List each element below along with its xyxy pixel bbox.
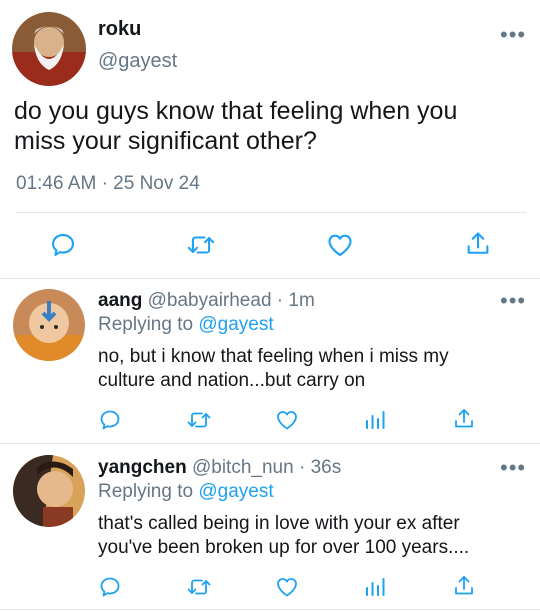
roku-avatar[interactable]	[12, 12, 86, 86]
reply-separator: ·	[276, 290, 284, 311]
tweet-timestamp[interactable]: 01:46 AM · 25 Nov 24	[16, 173, 200, 195]
reply-text-line1: no, but i know that feeling when i miss …	[98, 346, 449, 367]
more-icon[interactable]: •••	[500, 457, 526, 479]
tweet-handle[interactable]: @gayest	[98, 50, 177, 73]
like-icon[interactable]	[275, 408, 299, 432]
more-icon[interactable]: •••	[500, 24, 526, 46]
reply-icon[interactable]	[98, 575, 122, 599]
reply-display-name[interactable]: aang	[98, 290, 142, 311]
tweet-divider	[16, 212, 526, 213]
share-icon[interactable]	[452, 574, 476, 598]
aang-avatar[interactable]	[13, 289, 85, 361]
retweet-icon[interactable]	[186, 575, 212, 599]
share-icon[interactable]	[464, 230, 492, 258]
reply-age: 36s	[310, 457, 342, 478]
reply-age: 1m	[288, 290, 315, 311]
replying-to-handle[interactable]: @gayest	[198, 314, 273, 335]
section-divider	[0, 609, 540, 610]
section-divider	[0, 278, 540, 279]
tweet-text-line2: miss your significant other?	[14, 127, 317, 155]
more-icon[interactable]: •••	[500, 290, 526, 312]
reply-handle[interactable]: @babyairhead	[148, 290, 272, 311]
replying-to: Replying to @gayest	[98, 481, 274, 503]
tweet-time: 01:46 AM	[16, 173, 97, 194]
replying-to-label: Replying to	[98, 481, 194, 502]
reply-text-line2: culture and nation...but carry on	[98, 370, 366, 391]
section-divider	[0, 443, 540, 444]
reply-header: yangchen @bitch_nun · 36s	[98, 457, 341, 479]
yangchen-avatar[interactable]	[13, 455, 85, 527]
tweet-text-line1: do you guys know that feeling when you	[14, 97, 458, 125]
reply-display-name[interactable]: yangchen	[98, 457, 187, 478]
replying-to-handle[interactable]: @gayest	[198, 481, 273, 502]
like-icon[interactable]	[326, 231, 354, 259]
reply-header: aang @babyairhead · 1m	[98, 290, 315, 312]
share-icon[interactable]	[452, 407, 476, 431]
replying-to: Replying to @gayest	[98, 314, 274, 336]
like-icon[interactable]	[275, 575, 299, 599]
retweet-icon[interactable]	[186, 408, 212, 432]
analytics-icon[interactable]	[364, 408, 386, 432]
reply-text-line2: you've been broken up for over 100 years…	[98, 537, 470, 558]
reply-icon[interactable]	[49, 231, 77, 259]
replying-to-label: Replying to	[98, 314, 194, 335]
retweet-icon[interactable]	[186, 231, 216, 259]
analytics-icon[interactable]	[364, 575, 386, 599]
reply-text-line1: that's called being in love with your ex…	[98, 513, 460, 534]
reply-separator: ·	[298, 457, 306, 478]
tweet-date: 25 Nov 24	[113, 173, 200, 194]
tweet-date-separator: ·	[101, 173, 108, 194]
reply-icon[interactable]	[98, 408, 122, 432]
tweet-display-name[interactable]: roku	[98, 18, 141, 41]
reply-handle[interactable]: @bitch_nun	[192, 457, 294, 478]
